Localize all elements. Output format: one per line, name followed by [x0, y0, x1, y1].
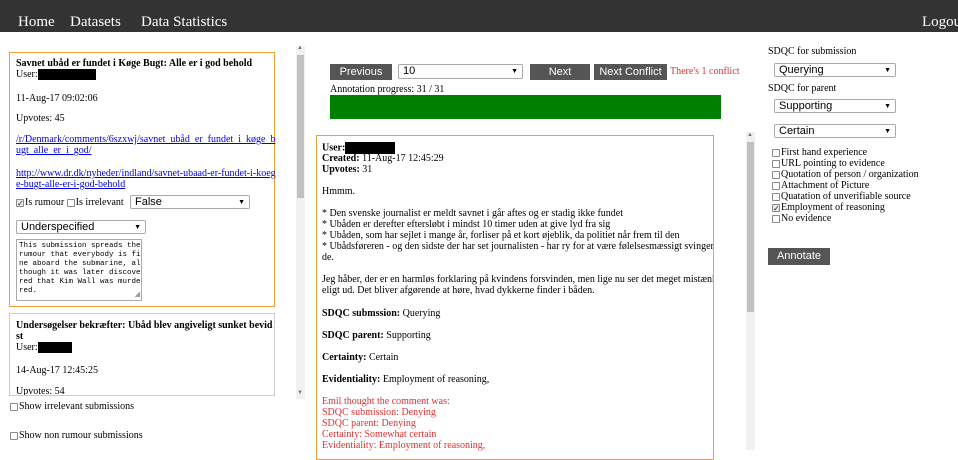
- rumour-flags: ✓Is rumour Is irrelevant: [16, 197, 124, 208]
- evidence-checkbox[interactable]: ✓: [772, 203, 780, 212]
- evidence-checkbox[interactable]: [772, 181, 780, 190]
- submission-card[interactable]: Undersøgelser bekræfter: Ubåd blev angiv…: [9, 313, 275, 396]
- resize-handle-icon[interactable]: ◢: [135, 291, 140, 300]
- comment-bullet: * Den svenske journalist er meldt savnet…: [322, 208, 624, 219]
- comment-evidentiality: Evidentiality: Employment of reasoning,: [322, 374, 490, 385]
- show-non-rumour-checkbox[interactable]: [10, 431, 18, 440]
- evidence-checkbox[interactable]: [772, 214, 780, 223]
- scroll-up-icon[interactable]: ▲: [297, 45, 303, 51]
- comment-sdqc-submission: SDQC submssion: Querying: [322, 308, 441, 319]
- chevron-down-icon: ▼: [238, 199, 245, 206]
- previous-button[interactable]: Previous: [330, 64, 392, 80]
- chevron-down-icon: ▼: [511, 68, 518, 75]
- submission-title-line1: Undersøgelser bekræfter: Ubåd blev angiv…: [16, 320, 273, 331]
- evidence-option-reasoning: ✓Employment of reasoning: [772, 202, 885, 213]
- show-irrelevant-checkbox[interactable]: [10, 402, 18, 411]
- submission-upvotes: Upvotes: 54: [16, 386, 65, 396]
- evidence-option-picture: Attachment of Picture: [772, 180, 919, 191]
- submission-note-textarea[interactable]: This submission spreads the rumour that …: [16, 239, 142, 301]
- comment-bullet: * Ubådsføreren - og den sidste der har s…: [322, 241, 714, 252]
- chevron-down-icon: ▼: [884, 103, 891, 110]
- evidence-checkbox[interactable]: [772, 148, 780, 157]
- evidence-option-unverifiable: Quatation of unverifiable source: [772, 191, 919, 202]
- comment-bullet: * Ubåden er derefter eftersløbt i mindst…: [322, 219, 611, 230]
- conflict-annotation-line: SDQC parent: Denying: [322, 418, 416, 429]
- reddit-link-line2[interactable]: ugt_alle_er_i_god/: [16, 145, 92, 156]
- comment-certainty: Certainty: Certain: [322, 352, 399, 363]
- comment-bullet: de.: [322, 252, 334, 263]
- redacted-username: [37, 342, 72, 354]
- nav-home-link[interactable]: Home: [18, 13, 55, 31]
- comment-scrollbar-thumb[interactable]: [747, 142, 754, 312]
- submission-card-selected[interactable]: Savnet ubåd er fundet i Køge Bugt: Alle …: [9, 52, 276, 307]
- evidence-option-first-hand: First hand experience: [772, 147, 919, 158]
- next-button[interactable]: Next: [530, 64, 590, 80]
- is-rumour-checkbox[interactable]: ✓: [16, 198, 24, 207]
- evidence-option-quotation-person: Quotation of person / organization: [772, 169, 919, 180]
- submission-title: Savnet ubåd er fundet i Køge Bugt: Alle …: [16, 58, 253, 69]
- conflict-annotation-line: Emil thought the comment was:: [322, 396, 450, 407]
- chevron-down-icon: ▼: [134, 224, 141, 231]
- comment-created: Created: 11-Aug-17 12:45:29: [322, 153, 444, 164]
- next-conflict-button[interactable]: Next Conflict: [594, 64, 667, 80]
- submission-date: 11-Aug-17 09:02:06: [16, 93, 98, 104]
- nav-data-statistics-link[interactable]: Data Statistics: [141, 13, 227, 31]
- comment-bullet: * Ubåden, som har sejlet i mange år, for…: [322, 230, 680, 241]
- show-irrelevant-option: Show irrelevant submissions: [10, 401, 134, 412]
- scroll-down-icon[interactable]: ▼: [297, 390, 303, 396]
- conflict-count-text: There's 1 conflict: [670, 66, 740, 77]
- sdqc-submission-label: SDQC for submission: [768, 46, 857, 57]
- chevron-down-icon: ▼: [884, 128, 891, 135]
- scroll-up-icon[interactable]: ▲: [747, 132, 753, 138]
- submission-upvotes: Upvotes: 45: [16, 113, 65, 124]
- evidence-option-none: No evidence: [772, 213, 919, 224]
- conflict-annotation-line: SDQC submission: Denying: [322, 407, 436, 418]
- submission-date: 14-Aug-17 12:45:25: [16, 365, 98, 376]
- sdqc-parent-label: SDQC for parent: [768, 83, 837, 94]
- annotation-progress-label: Annotation progress: 31 / 31: [330, 84, 445, 95]
- comment-index-select[interactable]: 10 ▼: [398, 64, 523, 79]
- conflict-annotation-line: Evidentiality: Employment of reasoning,: [322, 440, 486, 451]
- comment-paragraph: Jeg håber, der er en harmløs forklaring …: [322, 274, 714, 285]
- comment-sdqc-parent: SDQC parent: Supporting: [322, 330, 431, 341]
- submission-title-line2: st: [16, 331, 24, 342]
- evidence-option-url: URL pointing to evidence: [772, 158, 919, 169]
- nav-logout-link[interactable]: Logou: [922, 13, 958, 31]
- news-link-line2[interactable]: e-bugt-alle-er-i-god-behold: [16, 179, 125, 190]
- sdqc-parent-select[interactable]: Supporting ▼: [774, 99, 896, 113]
- submission-user: User:: [16, 69, 96, 81]
- left-scrollbar-thumb[interactable]: [297, 55, 304, 198]
- is-rumour-label: Is rumour: [25, 197, 65, 208]
- specification-select[interactable]: Underspecified ▼: [16, 220, 146, 234]
- is-irrelevant-checkbox[interactable]: [66, 198, 75, 207]
- annotation-progress-bar: [330, 95, 721, 119]
- comment-card: User: Created: 11-Aug-17 12:45:29 Upvote…: [316, 135, 714, 460]
- evidence-checkbox[interactable]: [772, 170, 780, 179]
- show-non-rumour-option: Show non rumour submissions: [10, 430, 143, 441]
- evidence-checkbox[interactable]: [772, 159, 780, 168]
- comment-upvotes: Upvotes: 31: [322, 164, 373, 175]
- redacted-username: [37, 69, 96, 81]
- evidence-checkbox[interactable]: [772, 192, 780, 201]
- annotation-progress-fill: [330, 95, 721, 119]
- nav-datasets-link[interactable]: Datasets: [70, 13, 121, 31]
- rumour-truth-select[interactable]: False ▼: [130, 195, 250, 209]
- comment-paragraph: eligt ud. Det bliver afgørende at høre, …: [322, 285, 595, 296]
- sdqc-submission-select[interactable]: Querying ▼: [774, 63, 896, 77]
- annotate-button[interactable]: Annotate: [768, 248, 830, 265]
- news-link-line1[interactable]: http://www.dr.dk/nyheder/indland/savnet-…: [16, 168, 276, 179]
- reddit-link-line1[interactable]: /r/Denmark/comments/6szxwj/savnet_ubåd_e…: [16, 134, 275, 145]
- submission-user: User:: [16, 342, 72, 354]
- is-irrelevant-label: Is irrelevant: [75, 197, 124, 208]
- chevron-down-icon: ▼: [884, 67, 891, 74]
- evidentiality-options: First hand experience URL pointing to ev…: [772, 147, 919, 224]
- conflict-annotation-line: Certainty: Somewhat certain: [322, 429, 437, 440]
- comment-body-intro: Hmmm.: [322, 186, 356, 197]
- top-navbar: Home Datasets Data Statistics Logou: [0, 0, 958, 32]
- certainty-select[interactable]: Certain ▼: [774, 124, 896, 138]
